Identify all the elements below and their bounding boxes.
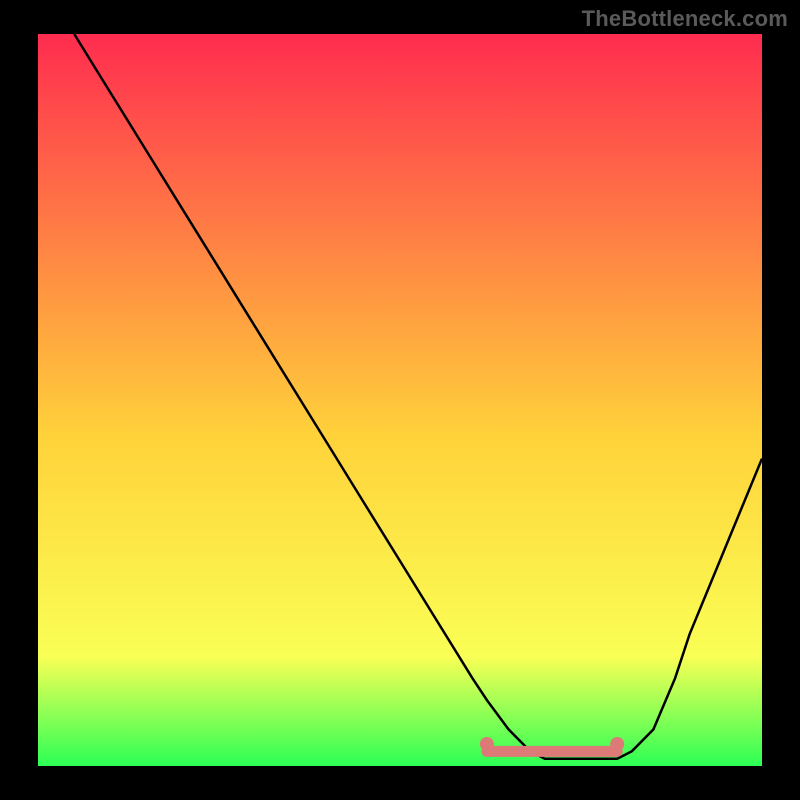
- watermark-text: TheBottleneck.com: [582, 6, 788, 32]
- optimal-end-marker: [610, 737, 624, 751]
- plot-svg: [38, 34, 762, 766]
- plot-area: [38, 34, 762, 766]
- optimal-start-marker: [480, 737, 494, 751]
- gradient-background: [38, 34, 762, 766]
- chart-frame: TheBottleneck.com: [0, 0, 800, 800]
